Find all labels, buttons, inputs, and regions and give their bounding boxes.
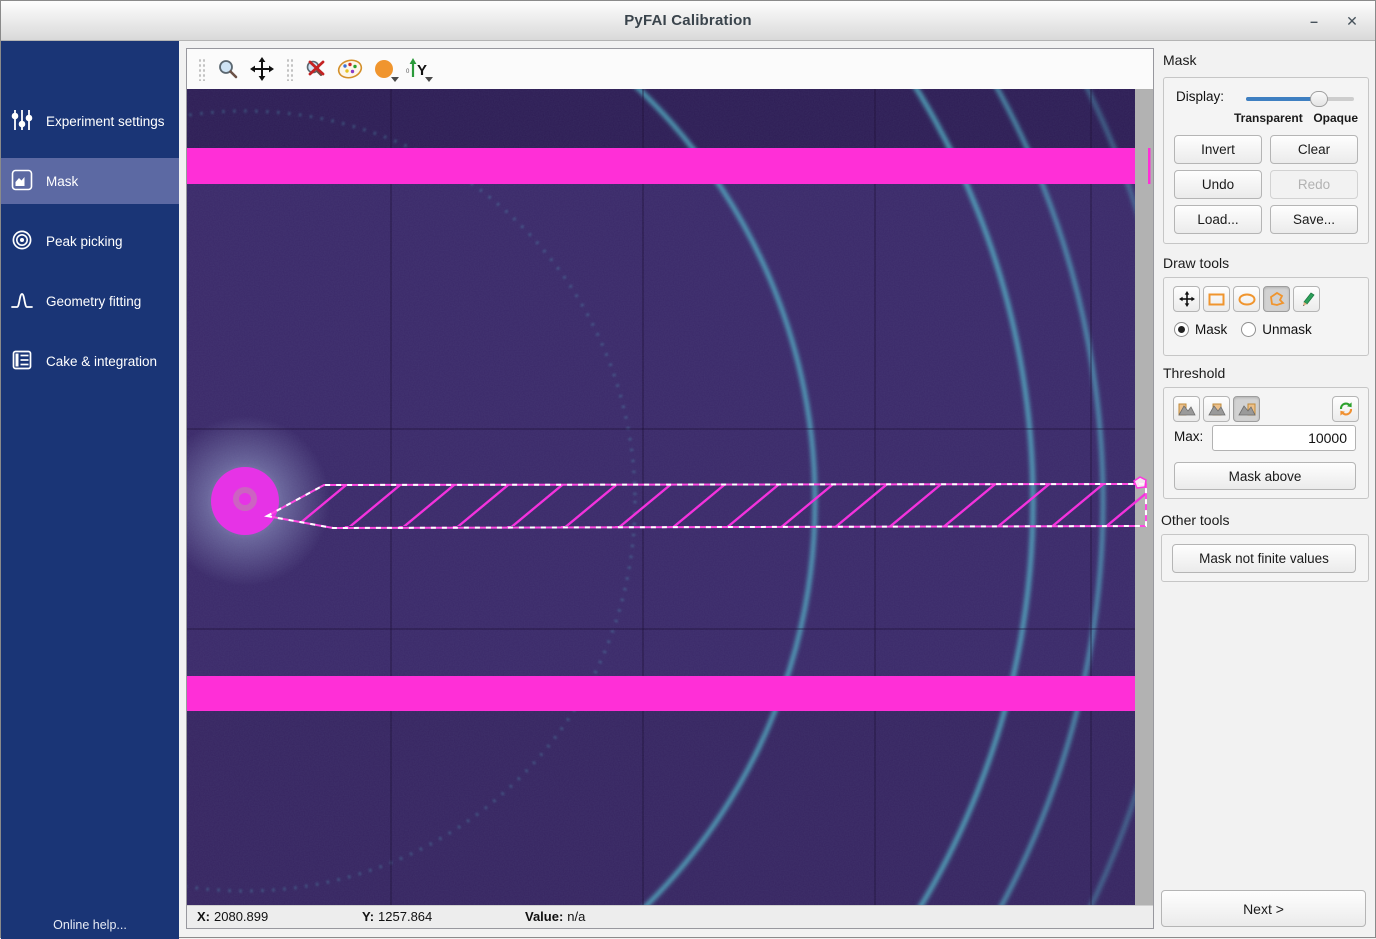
- mask-groupbox: Display: Transparent Opaque Invert Clear…: [1163, 77, 1369, 244]
- sidebar-item-mask[interactable]: Mask: [1, 158, 179, 204]
- sidebar-item-label: Peak picking: [46, 234, 123, 249]
- radio-unselected-icon: [1241, 322, 1256, 337]
- reload-histogram-button[interactable]: [1332, 396, 1359, 422]
- cake-icon: [11, 349, 33, 374]
- mask-opacity-slider[interactable]: [1246, 97, 1354, 101]
- radio-selected-icon: [1174, 322, 1189, 337]
- plot-toolbar: 0 Y: [187, 49, 1153, 89]
- mask-below-tool-button[interactable]: [1173, 396, 1200, 422]
- save-button[interactable]: Save...: [1270, 205, 1358, 234]
- sliders-icon: [11, 109, 33, 134]
- invert-button[interactable]: Invert: [1174, 135, 1262, 164]
- next-button[interactable]: Next >: [1161, 890, 1366, 927]
- max-threshold-input[interactable]: [1212, 425, 1356, 451]
- mask-mode-radio[interactable]: Mask: [1174, 322, 1227, 337]
- online-help-link[interactable]: Online help...: [1, 918, 179, 932]
- zoom-icon[interactable]: [213, 54, 243, 84]
- cursor-x-readout: X:2080.899: [197, 909, 268, 924]
- pan-tool-button[interactable]: [1173, 286, 1200, 312]
- polygon-tool-button[interactable]: [1263, 286, 1290, 312]
- mask-bar-top: [187, 148, 1135, 184]
- plot-status-bar: X:2080.899 Y:1257.864 Value:n/a: [187, 905, 1153, 928]
- mask-above-tool-button[interactable]: [1233, 396, 1260, 422]
- sidebar-item-experiment-settings[interactable]: Experiment settings: [1, 98, 179, 144]
- cursor-value-readout: Value:n/a: [525, 909, 585, 924]
- toolbar-grip[interactable]: [285, 57, 293, 81]
- chevron-down-icon: [425, 77, 433, 82]
- canvas-overlay: [187, 89, 1153, 905]
- sidebar-item-label: Mask: [46, 174, 78, 189]
- title-bar: PyFAI Calibration – ✕: [1, 1, 1375, 41]
- display-label: Display:: [1176, 89, 1224, 104]
- clear-button[interactable]: Clear: [1270, 135, 1358, 164]
- sidebar-item-label: Cake & integration: [46, 354, 157, 369]
- mask-above-button[interactable]: Mask above: [1174, 462, 1356, 490]
- mask-color-icon[interactable]: [369, 54, 399, 84]
- sidebar-item-cake-integration[interactable]: Cake & integration: [1, 338, 179, 384]
- rectangle-tool-button[interactable]: [1203, 286, 1230, 312]
- app-window: PyFAI Calibration – ✕ Experiment setting…: [0, 0, 1376, 938]
- mask-bar-edge: [1148, 148, 1151, 184]
- plot-panel: 0 Y: [186, 48, 1154, 929]
- draw-tools-groupbox: Mask Unmask: [1163, 277, 1369, 356]
- zoom-reset-icon[interactable]: [301, 54, 331, 84]
- pencil-tool-button[interactable]: [1293, 286, 1320, 312]
- ellipse-tool-button[interactable]: [1233, 286, 1260, 312]
- svg-text:0: 0: [406, 69, 410, 75]
- polygon-anchor-handle[interactable]: [1134, 477, 1146, 488]
- undo-button[interactable]: Undo: [1174, 170, 1262, 199]
- sidebar-item-geometry-fitting[interactable]: Geometry fitting: [1, 278, 179, 324]
- minimize-button[interactable]: –: [1297, 1, 1331, 41]
- mask-bar-bottom: [187, 676, 1135, 711]
- slider-max-label: Opaque: [1313, 111, 1358, 125]
- beam-stop-mask: [211, 467, 279, 535]
- other-tools-title: Other tools: [1161, 512, 1229, 528]
- mask-section-title: Mask: [1163, 52, 1196, 68]
- slider-min-label: Transparent: [1234, 111, 1303, 125]
- load-button[interactable]: Load...: [1174, 205, 1262, 234]
- mask-not-finite-button[interactable]: Mask not finite values: [1172, 544, 1356, 573]
- toolbar-grip[interactable]: [197, 57, 205, 81]
- sidebar-item-label: Experiment settings: [46, 114, 165, 129]
- pan-icon[interactable]: [247, 54, 277, 84]
- sidebar-item-label: Geometry fitting: [46, 294, 141, 309]
- sidebar: Experiment settings Mask Peak picking: [1, 41, 179, 939]
- chevron-down-icon: [391, 77, 399, 82]
- mask-icon: [11, 169, 33, 194]
- mask-between-tool-button[interactable]: [1203, 396, 1230, 422]
- unmask-mode-radio[interactable]: Unmask: [1241, 322, 1312, 337]
- target-icon: [11, 229, 33, 254]
- colormap-icon[interactable]: [335, 54, 365, 84]
- y-axis-orientation-icon[interactable]: 0 Y: [403, 54, 433, 84]
- threshold-title: Threshold: [1163, 365, 1225, 381]
- peak-curve-icon: [11, 289, 33, 314]
- slider-thumb[interactable]: [1310, 91, 1328, 107]
- cursor-y-readout: Y:1257.864: [362, 909, 432, 924]
- redo-button[interactable]: Redo: [1270, 170, 1358, 199]
- other-tools-groupbox: Mask not finite values: [1161, 534, 1369, 582]
- hatched-mask-band[interactable]: [267, 484, 1146, 528]
- window-title: PyFAI Calibration: [624, 12, 752, 29]
- sidebar-item-peak-picking[interactable]: Peak picking: [1, 218, 179, 264]
- max-label: Max:: [1174, 429, 1203, 444]
- close-button[interactable]: ✕: [1335, 1, 1369, 41]
- draw-tools-title: Draw tools: [1163, 255, 1229, 271]
- threshold-groupbox: Max: Mask above: [1163, 387, 1369, 499]
